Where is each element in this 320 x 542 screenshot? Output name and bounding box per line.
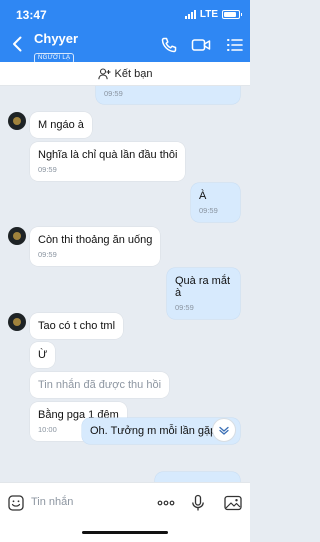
message-text: Tin nhắn đã được thu hồi (38, 379, 162, 391)
contact-name: Chyyer (34, 31, 79, 46)
contact-info[interactable]: Chyyer NGƯỜI LẠ (34, 31, 78, 64)
message-bubble-mine[interactable]: Quà ra mắt à 09:59 (167, 268, 240, 319)
message-bubble-theirs[interactable]: Tao có t cho tml (30, 313, 124, 339)
chevron-down-icon (219, 426, 229, 435)
message-time: 09:59 (199, 206, 218, 215)
message-text: À (199, 190, 207, 202)
message-time: 09:59 (175, 303, 194, 312)
message-text: Còn thi thoảng ăn uống (38, 234, 153, 246)
status-indicators: LTE (184, 9, 242, 20)
battery-icon (222, 10, 242, 19)
sticker-icon[interactable] (7, 494, 25, 512)
video-call-icon[interactable] (191, 36, 211, 54)
message-time: 09:59 (38, 250, 57, 259)
input-bar: Tin nhắn (0, 482, 250, 522)
add-user-icon (97, 67, 111, 79)
status-bar: 13:47 LTE (0, 0, 250, 28)
message-bubble-theirs[interactable]: Ừ (30, 342, 56, 368)
menu-icon[interactable] (226, 36, 244, 54)
message-bubble-theirs[interactable]: M ngáo à (30, 112, 92, 138)
avatar[interactable] (8, 112, 26, 130)
message-bubble-mine[interactable] (155, 472, 240, 482)
phone-icon[interactable] (160, 36, 178, 54)
status-time: 13:47 (16, 8, 47, 22)
top-bar: 13:47 LTE Chyyer NGƯỜI LẠ (0, 0, 250, 64)
message-list[interactable]: 09:59 M ngáo à Nghĩa là chỉ quà lần đầu … (0, 86, 250, 482)
message-text: Nghĩa là chỉ quà lần đầu thôi (38, 149, 178, 161)
back-arrow-icon[interactable] (8, 34, 28, 54)
network-label: LTE (199, 9, 218, 20)
home-indicator[interactable] (82, 531, 168, 534)
avatar[interactable] (8, 227, 26, 245)
message-text: Quà ra mắt à (175, 275, 231, 299)
message-time: 09:59 (104, 89, 123, 98)
chat-header: Chyyer NGƯỜI LẠ (0, 28, 250, 64)
more-options-icon[interactable] (156, 494, 176, 512)
message-bubble-theirs[interactable]: Còn thi thoảng ăn uống 09:59 (30, 227, 161, 266)
message-bubble-theirs[interactable]: Nghĩa là chỉ quà lần đầu thôi 09:59 (30, 142, 186, 181)
message-text: Ừ (38, 349, 48, 361)
scroll-down-button[interactable] (212, 418, 236, 442)
signal-icon (184, 10, 196, 19)
message-input[interactable]: Tin nhắn (31, 496, 73, 508)
message-bubble-mine[interactable]: À 09:59 (191, 183, 240, 222)
message-recalled[interactable]: Tin nhắn đã được thu hồi (30, 372, 170, 398)
message-text: M ngáo à (38, 119, 84, 131)
add-friend-bar[interactable]: Kết bạn (0, 62, 250, 86)
home-indicator-area (0, 522, 250, 542)
message-text: Tao có t cho tml (38, 320, 116, 332)
image-gallery-icon[interactable] (223, 494, 243, 512)
microphone-icon[interactable] (189, 494, 207, 512)
message-bubble-mine[interactable]: 09:59 (96, 86, 240, 104)
message-time: 09:59 (38, 165, 57, 174)
message-text: Oh. Tưởng m mỗi lần gặp lại (90, 425, 231, 437)
avatar[interactable] (8, 313, 26, 331)
add-friend-label: Kết bạn (114, 67, 153, 80)
